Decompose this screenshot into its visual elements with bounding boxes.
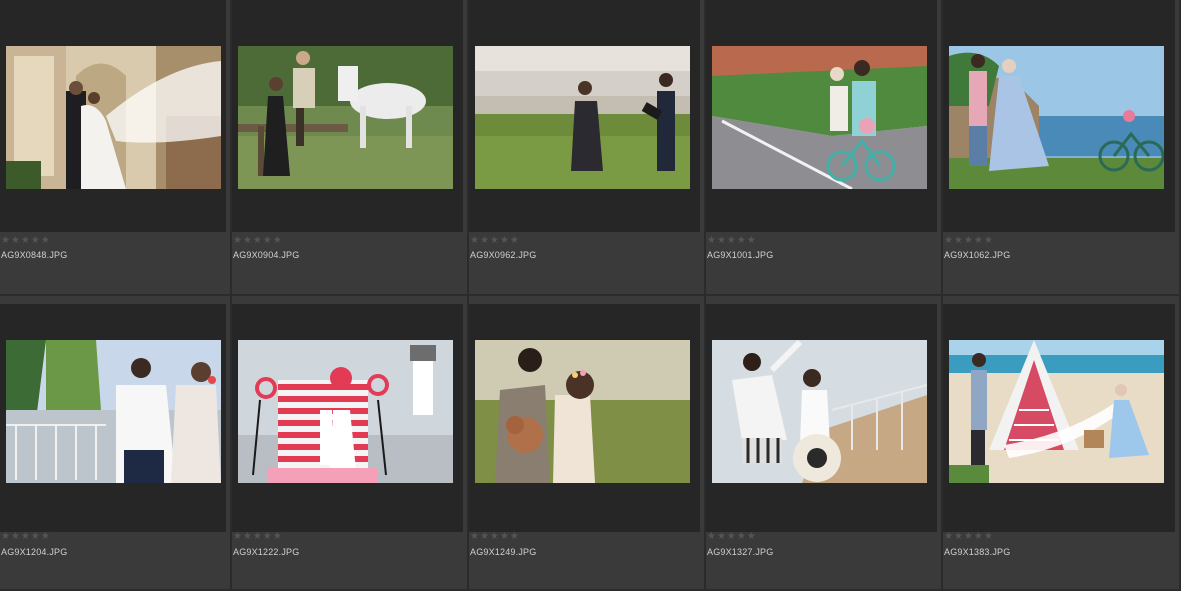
thumbnail-cell[interactable]: ★★★★★ AG9X1249.JPG (469, 296, 706, 591)
thumbnail-cell[interactable]: ★★★★★ AG9X1204.JPG (0, 296, 232, 591)
star-rating[interactable]: ★★★★★ (1, 532, 51, 542)
filename-label: AG9X1001.JPG (707, 250, 774, 260)
star-rating[interactable]: ★★★★★ (233, 236, 283, 246)
star-rating[interactable]: ★★★★★ (233, 532, 283, 542)
filename-label: AG9X1222.JPG (233, 547, 300, 557)
thumbnail-cell[interactable]: ★★★★★ AG9X1383.JPG (943, 296, 1181, 591)
filename-label: AG9X1327.JPG (707, 547, 774, 557)
photo-thumbnail[interactable] (712, 340, 927, 483)
star-rating[interactable]: ★★★★★ (470, 236, 520, 246)
filename-label: AG9X0962.JPG (470, 250, 537, 260)
photo-thumbnail[interactable] (6, 46, 221, 189)
star-rating[interactable]: ★★★★★ (707, 532, 757, 542)
photo-thumbnail[interactable] (238, 46, 453, 189)
star-rating[interactable]: ★★★★★ (470, 532, 520, 542)
star-rating[interactable]: ★★★★★ (1, 236, 51, 246)
filename-label: AG9X0904.JPG (233, 250, 300, 260)
thumbnail-cell[interactable]: ★★★★★ AG9X0848.JPG (0, 0, 232, 296)
photo-thumbnail[interactable] (712, 46, 927, 189)
thumbnail-cell[interactable]: ★★★★★ AG9X1062.JPG (943, 0, 1181, 296)
photo-thumbnail[interactable] (238, 340, 453, 483)
photo-thumbnail[interactable] (475, 340, 690, 483)
photo-thumbnail[interactable] (475, 46, 690, 189)
star-rating[interactable]: ★★★★★ (944, 236, 994, 246)
filename-label: AG9X1204.JPG (1, 547, 68, 557)
filename-label: AG9X0848.JPG (1, 250, 68, 260)
star-rating[interactable]: ★★★★★ (944, 532, 994, 542)
photo-thumbnail[interactable] (949, 340, 1164, 483)
filename-label: AG9X1249.JPG (470, 547, 537, 557)
photo-thumbnail[interactable] (949, 46, 1164, 189)
filename-label: AG9X1383.JPG (944, 547, 1011, 557)
thumbnail-grid: ★★★★★ AG9X0848.JPG ★★★★★ AG9X0904.JPG ★★… (0, 0, 1181, 591)
thumbnail-cell[interactable]: ★★★★★ AG9X0904.JPG (232, 0, 469, 296)
thumbnail-cell[interactable]: ★★★★★ AG9X1222.JPG (232, 296, 469, 591)
filename-label: AG9X1062.JPG (944, 250, 1011, 260)
star-rating[interactable]: ★★★★★ (707, 236, 757, 246)
thumbnail-cell[interactable]: ★★★★★ AG9X1001.JPG (706, 0, 943, 296)
photo-thumbnail[interactable] (6, 340, 221, 483)
thumbnail-cell[interactable]: ★★★★★ AG9X1327.JPG (706, 296, 943, 591)
thumbnail-cell[interactable]: ★★★★★ AG9X0962.JPG (469, 0, 706, 296)
